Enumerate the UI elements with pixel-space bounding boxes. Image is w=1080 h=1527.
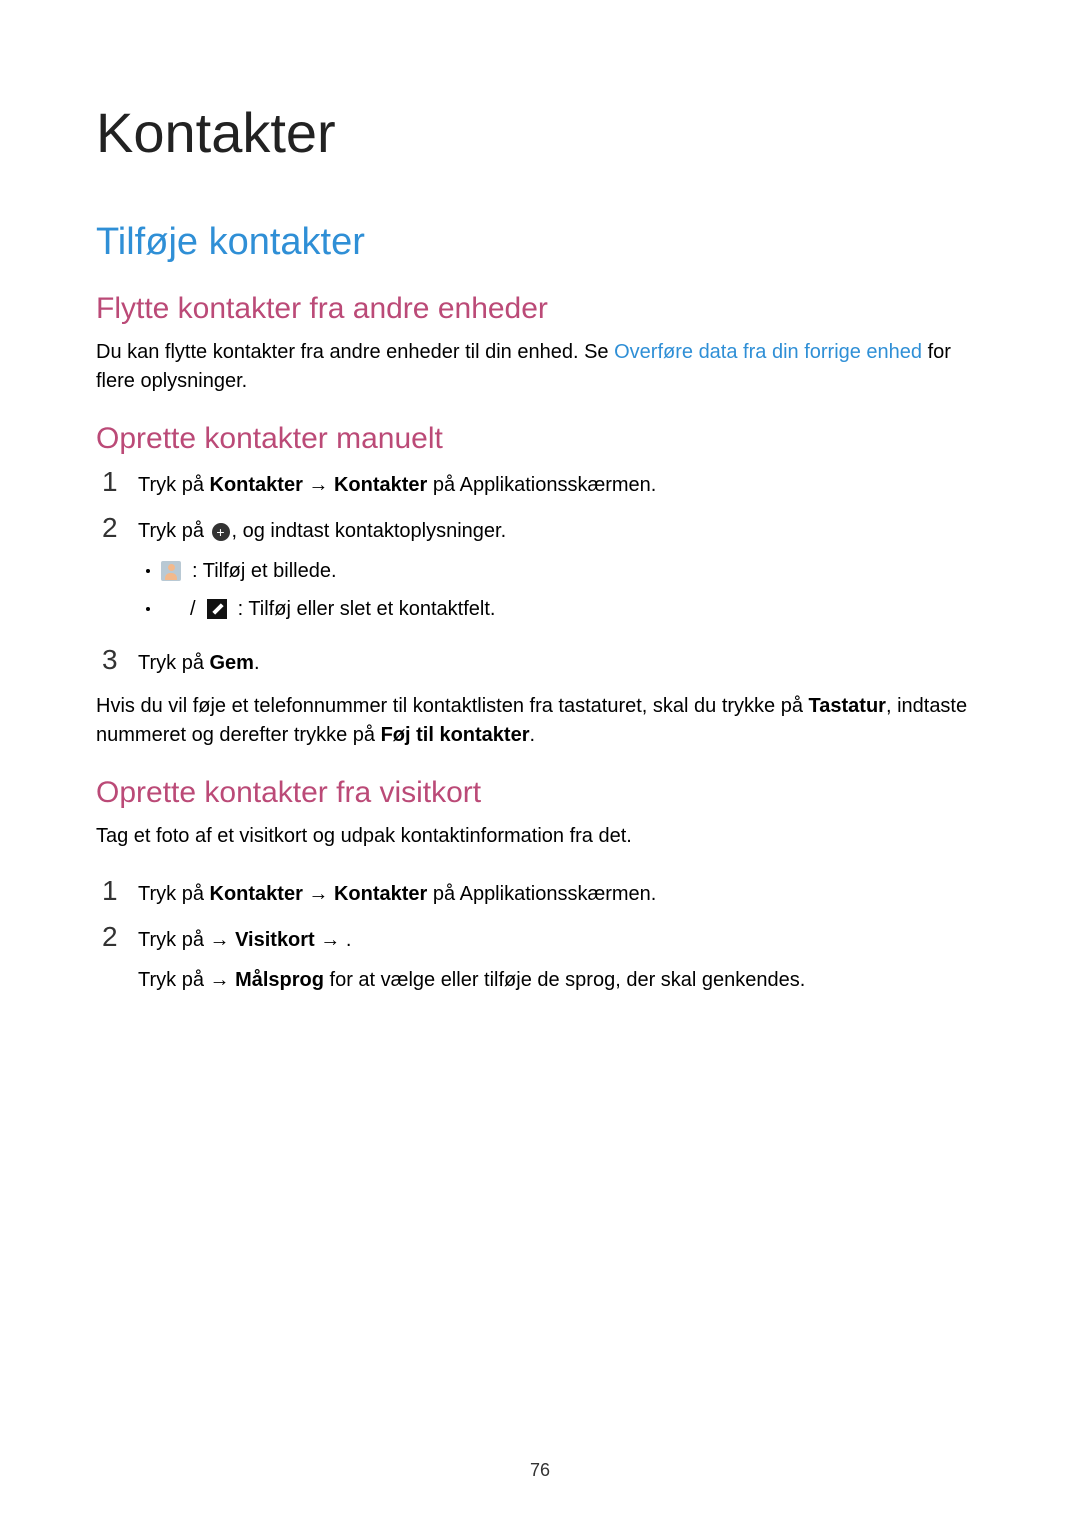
link-transfer-data[interactable]: Overføre data fra din forrige enhed	[614, 341, 922, 363]
sub-bullet-list: : Tilføj et billede. / : Tilføj eller sl…	[138, 556, 984, 624]
text: Tryk på	[138, 969, 210, 991]
bullet-add-image: : Tilføj et billede.	[146, 556, 984, 586]
text: Tryk på	[138, 883, 210, 905]
text: Tryk på	[138, 929, 210, 951]
text: .	[254, 652, 260, 674]
text: : Tilføj et billede.	[192, 556, 337, 586]
plus-icon: +	[210, 521, 232, 543]
bold-kontakter: Kontakter	[210, 883, 303, 905]
arrow: →	[303, 474, 334, 496]
bold-kontakter-2: Kontakter	[334, 474, 427, 496]
subheading-create-from-businesscard: Oprette kontakter fra visitkort	[96, 776, 984, 810]
step-2: 2 Tryk på +, og indtast kontaktoplysning…	[102, 514, 984, 632]
text: Hvis du vil føje et telefonnummer til ko…	[96, 695, 809, 717]
bullet-dot-icon	[146, 569, 150, 573]
bold-tastatur: Tastatur	[809, 695, 886, 717]
step-number: 3	[102, 646, 126, 674]
bold-malsprog: Målsprog	[235, 969, 324, 991]
text: Tryk på	[138, 474, 210, 496]
text: Tryk på	[138, 520, 210, 542]
page-number: 76	[0, 1460, 1080, 1481]
steps-create-manually: 1 Tryk på Kontakter → Kontakter på Appli…	[102, 468, 984, 678]
bullet-dot-icon	[146, 607, 150, 611]
step-1: 1 Tryk på Kontakter → Kontakter på Appli…	[102, 877, 984, 909]
bold-gem: Gem	[210, 652, 254, 674]
text: på Applikationsskærmen.	[427, 474, 656, 496]
subheading-move-contacts: Flytte kontakter fra andre enheder	[96, 292, 984, 326]
bold-kontakter-2: Kontakter	[334, 883, 427, 905]
step-number: 1	[102, 468, 126, 496]
text: Tryk på	[138, 652, 210, 674]
step-number: 1	[102, 877, 126, 905]
portrait-icon	[160, 560, 182, 582]
paragraph-bizcard-intro: Tag et foto af et visitkort og udpak kon…	[96, 822, 984, 851]
paragraph-move-contacts: Du kan flytte kontakter fra andre enhede…	[96, 338, 984, 396]
page-title: Kontakter	[96, 100, 984, 165]
text: for at vælge eller tilføje de sprog, der…	[324, 969, 805, 991]
step-1: 1 Tryk på Kontakter → Kontakter på Appli…	[102, 468, 984, 500]
step-2: 2 Tryk på → Visitkort → . Tryk på → Måls…	[102, 923, 984, 995]
text: Du kan flytte kontakter fra andre enhede…	[96, 341, 614, 363]
text: , og indtast kontaktoplysninger.	[232, 520, 507, 542]
step-number: 2	[102, 514, 126, 542]
bold-kontakter: Kontakter	[210, 474, 303, 496]
bold-add-to-contacts: Føj til kontakter	[381, 724, 530, 746]
arrow: →	[210, 929, 236, 951]
step-3: 3 Tryk på Gem.	[102, 646, 984, 678]
arrow: →	[210, 969, 236, 991]
arrow: →	[315, 929, 346, 951]
subheading-create-manually: Oprette kontakter manuelt	[96, 422, 984, 456]
text: : Tilføj eller slet et kontaktfelt.	[238, 594, 496, 624]
text: .	[346, 929, 352, 951]
text: på Applikationsskærmen.	[427, 883, 656, 905]
plus-field-icon	[160, 599, 180, 619]
edit-field-icon	[206, 598, 228, 620]
step-number: 2	[102, 923, 126, 951]
steps-create-from-bizcard: 1 Tryk på Kontakter → Kontakter på Appli…	[102, 877, 984, 995]
separator: /	[190, 594, 196, 624]
text: .	[529, 724, 535, 746]
bullet-add-remove-field: / : Tilføj eller slet et kontaktfelt.	[146, 594, 984, 624]
arrow: →	[303, 883, 334, 905]
paragraph-add-from-keypad: Hvis du vil føje et telefonnummer til ko…	[96, 692, 984, 750]
section-heading-add-contacts: Tilføje kontakter	[96, 221, 984, 264]
bold-visitkort: Visitkort	[235, 929, 315, 951]
